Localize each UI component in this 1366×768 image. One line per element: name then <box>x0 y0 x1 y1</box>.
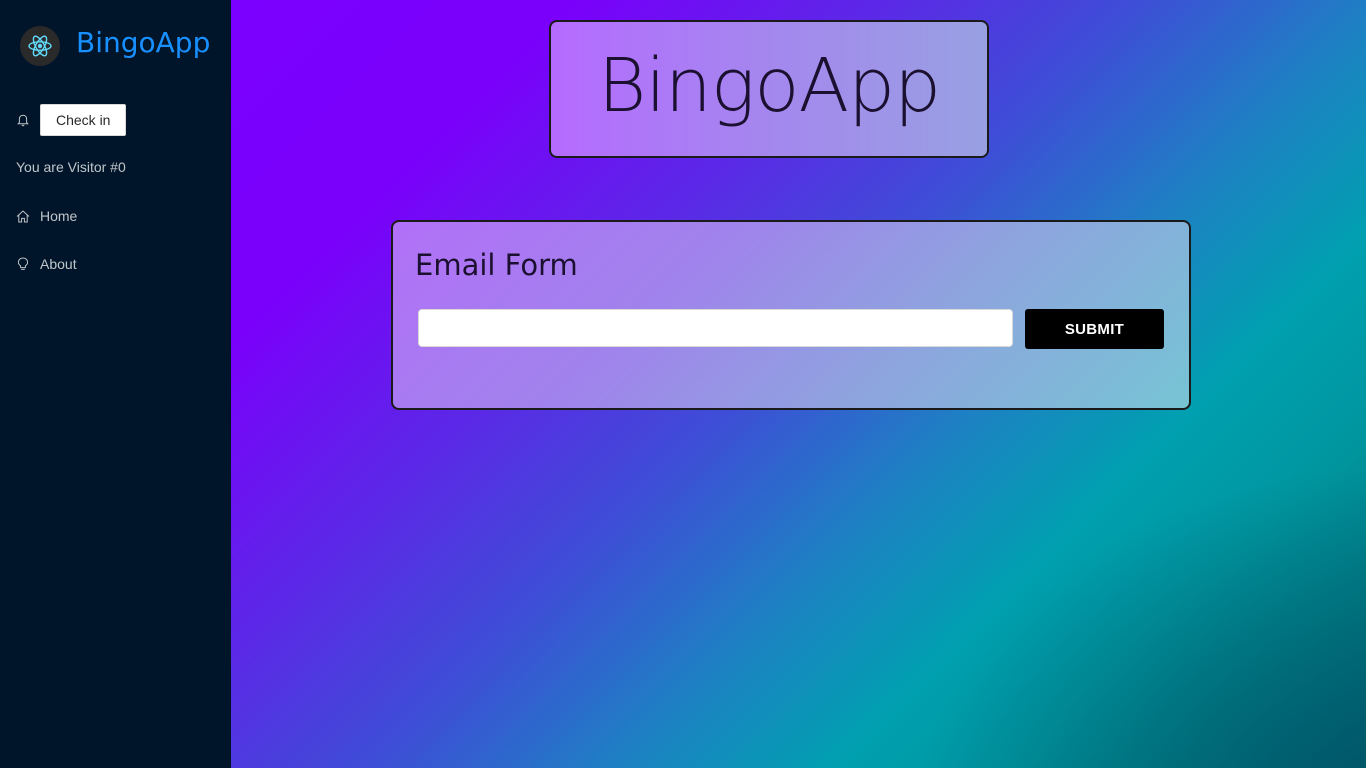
form-title: Email Form <box>415 248 578 282</box>
email-input[interactable] <box>418 309 1013 347</box>
atom-icon <box>20 26 60 66</box>
brand-name: BingoApp <box>76 25 211 59</box>
home-icon <box>16 209 30 223</box>
app-root: BingoApp Check in You are Visitor #0 Hom… <box>0 0 1366 768</box>
title-banner: BingoApp <box>549 20 989 158</box>
email-form-card: Email Form SUBMIT <box>391 220 1191 410</box>
page-title: BingoApp <box>597 43 941 129</box>
checkin-row: Check in <box>16 104 127 136</box>
main-content: BingoApp Email Form SUBMIT <box>231 0 1366 768</box>
brand[interactable]: BingoApp <box>20 26 210 66</box>
visitor-count: You are Visitor #0 <box>16 159 126 175</box>
menu-item-home[interactable]: Home <box>16 208 77 224</box>
menu-item-label: About <box>40 256 77 272</box>
menu-item-label: Home <box>40 208 78 224</box>
bulb-icon <box>16 257 30 271</box>
menu-item-about[interactable]: About <box>16 256 77 272</box>
bell-icon <box>16 113 30 127</box>
submit-button[interactable]: SUBMIT <box>1025 309 1164 349</box>
check-in-button[interactable]: Check in <box>40 104 127 136</box>
sidebar: BingoApp Check in You are Visitor #0 Hom… <box>0 0 231 768</box>
